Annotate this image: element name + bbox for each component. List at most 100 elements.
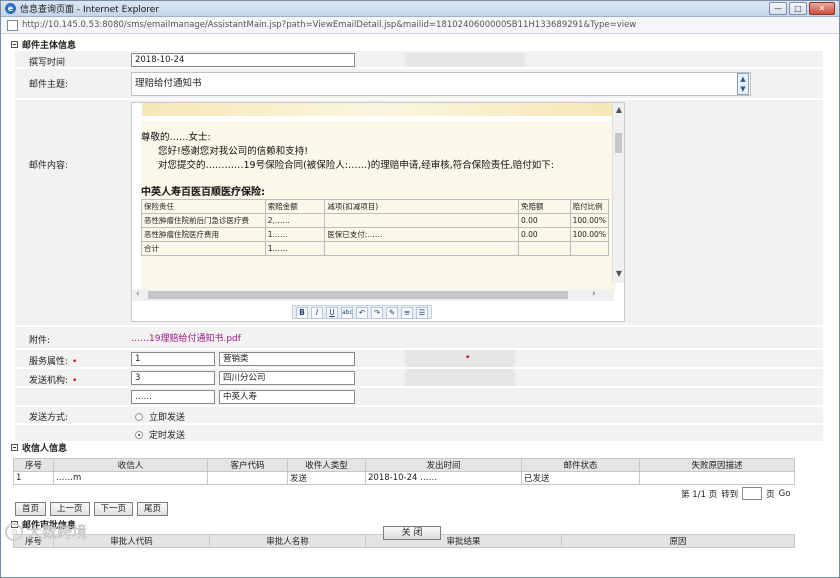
column-header: 收信人: [53, 458, 208, 472]
collapse-icon[interactable]: [11, 40, 18, 48]
content-label: 邮件内容:: [29, 161, 69, 171]
letter-claim-table: 保险责任 索赔金额 减项(扣减项目) 免赔额 赔付比例 恶性肿瘤住院前后门急诊医…: [141, 199, 610, 256]
recipients-table: 序号 收信人 客户代码 收件人类型 发出时间 邮件状态 失败原因描述 1 ……m…: [13, 458, 795, 485]
underline-button[interactable]: U: [326, 307, 338, 319]
watermark-logo-icon: ◎: [5, 522, 23, 541]
close-button[interactable]: 关 闭: [383, 526, 441, 540]
scroll-thumb[interactable]: [615, 133, 622, 153]
scroll-up-icon[interactable]: ▲: [613, 105, 624, 114]
pager: 首页 上一页 下一页 尾页: [15, 502, 169, 516]
editor-toolbar: B I U abc ↶ ↷ ✎ ≡ ☰: [292, 305, 432, 319]
third-code-input[interactable]: ……: [131, 390, 215, 404]
send-org-code-input[interactable]: 3: [131, 371, 215, 385]
maximize-button[interactable]: □: [789, 2, 807, 15]
mail-content-editor[interactable]: 尊敬的……女士: 您好!感谢您对我公司的信赖和支持! 对您提交的…………19号保…: [131, 102, 625, 322]
claim-th: 索赔金额: [264, 199, 326, 214]
recipients-section-header[interactable]: 收信人信息: [11, 441, 68, 454]
subject-label: 邮件主题:: [29, 80, 69, 90]
send-now-radio[interactable]: 立即发送: [135, 410, 185, 423]
claim-cell: 100.00%: [569, 213, 610, 228]
goto-label: 转到: [721, 489, 739, 500]
page-number-input[interactable]: [742, 487, 763, 500]
column-header: 发出时间: [365, 458, 522, 472]
undo-button[interactable]: ↶: [356, 307, 368, 319]
first-page-button[interactable]: 首页: [15, 502, 47, 516]
column-header: 审批人名称: [209, 534, 366, 548]
claim-cell: [569, 241, 610, 256]
send-org-name-input[interactable]: 四川分公司: [219, 371, 355, 385]
claim-cell: 合计: [141, 241, 266, 256]
scroll-down-icon[interactable]: ▼: [613, 269, 624, 278]
editor-vertical-scrollbar[interactable]: ▲ ▼: [612, 103, 624, 283]
subject-value: 理赔给付通知书: [135, 78, 202, 89]
watermark-text: 大数跨境: [27, 523, 88, 541]
italic-button[interactable]: I: [311, 307, 323, 319]
claim-cell: [324, 213, 519, 228]
attachment-link[interactable]: ……19理赔给付通知书.pdf: [131, 331, 241, 344]
claim-table-row: 合计 1……: [141, 241, 610, 256]
highlight-button[interactable]: ✎: [386, 307, 398, 319]
third-name-input[interactable]: 中英人寿: [219, 390, 355, 404]
claim-cell: 1……: [264, 241, 326, 256]
claim-cell: 0.00: [518, 213, 571, 228]
claim-th: 免赔额: [518, 199, 571, 214]
claim-cell: [518, 241, 571, 256]
prev-page-button[interactable]: 上一页: [50, 502, 90, 516]
hscroll-thumb[interactable]: [148, 291, 568, 299]
claim-th: 减项(扣减项目): [324, 199, 519, 214]
table-cell: 已发送: [521, 471, 640, 485]
address-url[interactable]: http://10.145.0.53:8080/sms/emailmanage/…: [22, 20, 636, 30]
masked-field: [405, 369, 515, 386]
window-title: 信息查询页面 - Internet Explorer: [20, 5, 160, 15]
write-time-row: 撰写时间 2018-10-24: [15, 51, 823, 68]
collapse-icon[interactable]: [11, 443, 18, 451]
claim-cell: 2,……: [264, 213, 326, 228]
column-header: 收件人类型: [287, 458, 366, 472]
claim-table-row: 恶性肿瘤住院前后门急诊医疗费 2,…… 0.00 100.00%: [141, 213, 610, 228]
write-time-label: 撰写时间: [29, 58, 66, 68]
required-mark: •: [465, 353, 471, 363]
claim-table-row: 恶性肿瘤住院医疗费用 1…… 医保已支付:…… 0.00 100.00%: [141, 227, 610, 242]
send-mode-row: 发送方式: 立即发送: [15, 407, 823, 424]
mail-section-header[interactable]: 邮件主体信息: [11, 38, 76, 51]
table-cell: [207, 471, 288, 485]
send-timed-radio[interactable]: 定时发送: [135, 428, 185, 441]
scroll-right-icon[interactable]: ›: [592, 289, 596, 299]
close-window-button[interactable]: ✕: [809, 2, 835, 15]
service-label: 服务属性: •: [29, 357, 78, 367]
send-mode-label: 发送方式:: [29, 413, 69, 423]
send-org-row: 发送机构: • 3 四川分公司: [15, 369, 823, 387]
table-row[interactable]: 1 ……m 发送 2018-10-24 …… 已发送: [13, 471, 795, 485]
claim-th: 保险责任: [141, 199, 266, 214]
write-time-input[interactable]: 2018-10-24: [131, 53, 355, 67]
third-field-row: …… 中英人寿: [15, 388, 823, 406]
service-name-input[interactable]: 营销类: [219, 352, 355, 366]
page-icon: [7, 19, 18, 31]
radio-selected-icon[interactable]: [135, 430, 143, 439]
radio-icon[interactable]: [135, 412, 143, 421]
table-cell: 1: [13, 471, 54, 485]
bold-button[interactable]: B: [296, 307, 308, 319]
strikethrough-button[interactable]: abc: [341, 307, 353, 319]
address-bar[interactable]: http://10.145.0.53:8080/sms/emailmanage/…: [1, 17, 839, 34]
scroll-left-icon[interactable]: ‹: [136, 289, 140, 299]
subject-input[interactable]: 理赔给付通知书: [131, 72, 751, 96]
letter-line2: 对您提交的…………19号保险合同(被保险人:……)的理赔申请,经审核,符合保险责…: [158, 160, 554, 171]
claim-cell: 恶性肿瘤住院前后门急诊医疗费: [141, 213, 266, 228]
last-page-button[interactable]: 尾页: [137, 502, 169, 516]
editor-horizontal-scrollbar[interactable]: ‹ ›: [132, 289, 614, 301]
go-button[interactable]: Go: [779, 489, 791, 499]
numbered-list-button[interactable]: ☰: [416, 307, 428, 319]
page-count: 第 1/1 页: [681, 489, 718, 500]
next-page-button[interactable]: 下一页: [93, 502, 134, 516]
redo-button[interactable]: ↷: [371, 307, 383, 319]
service-code-input[interactable]: 1: [131, 352, 215, 366]
bullet-list-button[interactable]: ≡: [401, 307, 413, 319]
send-timed-label: 定时发送: [149, 431, 186, 441]
subject-scrollbar[interactable]: ▲ ▼: [737, 73, 749, 95]
pagination-info: 第 1/1 页 转到 页 Go: [681, 487, 790, 500]
recipients-section-title: 收信人信息: [22, 443, 68, 454]
page-suffix: 页: [766, 489, 775, 500]
claim-th: 赔付比例: [569, 199, 610, 214]
minimize-button[interactable]: —: [769, 2, 787, 15]
